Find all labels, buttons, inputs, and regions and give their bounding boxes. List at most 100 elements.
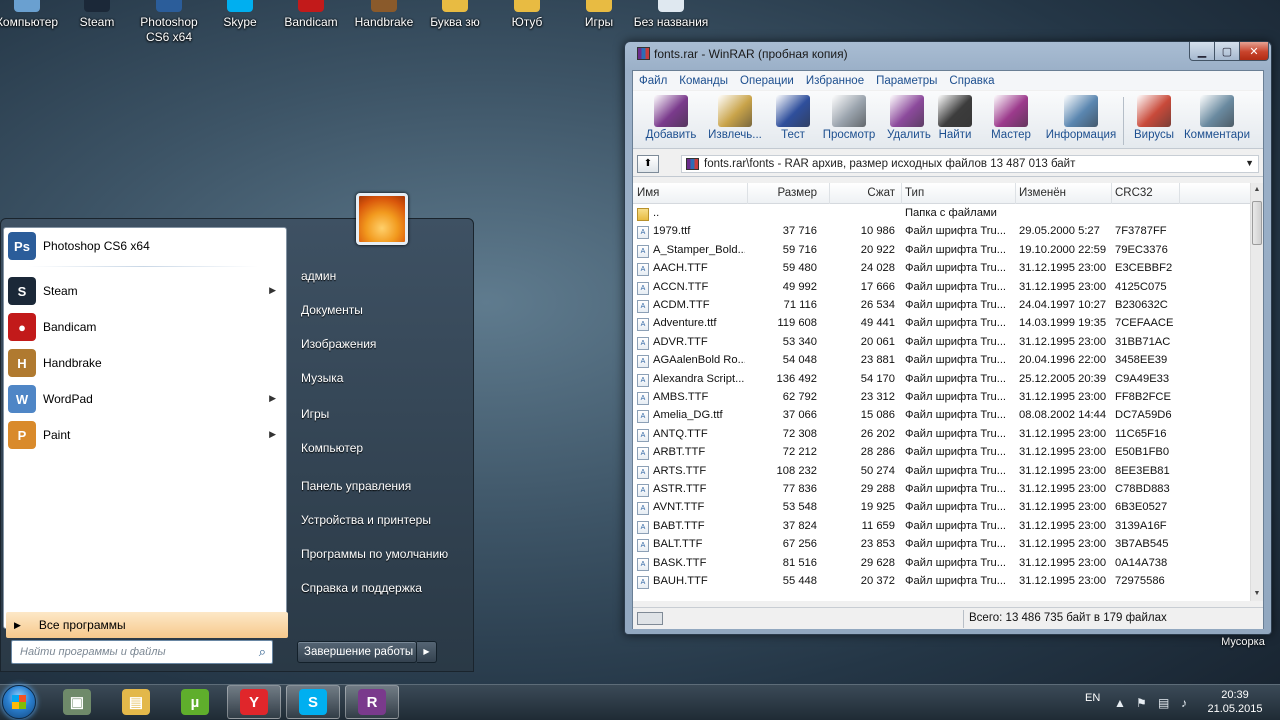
column-header-1[interactable]: Размер	[777, 187, 817, 199]
table-row[interactable]: A ADVR.TTF 53 340 20 061 Файл шрифта Tru... 3…	[633, 334, 1249, 352]
shutdown-button[interactable]: Завершение работы	[297, 641, 417, 663]
start-menu-item-2[interactable]: ● Bandicam	[4, 309, 286, 345]
taskbar-button-3[interactable]: Y	[227, 685, 281, 719]
toolbar-button-9[interactable]: Комментари	[1181, 95, 1253, 141]
search-input[interactable]: Найти программы и файлы ⌕	[11, 640, 273, 664]
column-divider[interactable]	[829, 183, 830, 204]
file-list[interactable]: Имя Размер Сжат Тип Изменён CRC32 .. Папка с ф…	[633, 183, 1263, 601]
table-row[interactable]: A BALT.TTF 67 256 23 853 Файл шрифта Tru... 3…	[633, 536, 1249, 554]
menu-item-0[interactable]: Файл	[639, 75, 667, 87]
desktop-icon-3[interactable]: Skype	[199, 0, 281, 30]
start-menu-link-1[interactable]: Документы	[301, 303, 363, 317]
toolbar-button-2[interactable]: Тест	[773, 95, 813, 141]
start-menu-item-1[interactable]: S Steam ▶	[4, 273, 286, 309]
toolbar-button-8[interactable]: Вирусы	[1129, 95, 1179, 141]
column-divider[interactable]	[1179, 183, 1180, 204]
toolbar-button-3[interactable]: Просмотр	[819, 95, 879, 141]
language-indicator[interactable]: EN	[1085, 692, 1100, 704]
start-menu-link-7[interactable]: Устройства и принтеры	[301, 513, 431, 527]
drive-icon[interactable]	[637, 612, 663, 625]
table-row[interactable]: A ARBT.TTF 72 212 28 286 Файл шрифта Tru... 3…	[633, 444, 1249, 462]
winrar-window[interactable]: fonts.rar - WinRAR (пробная копия) ▁ ▢ ✕…	[624, 41, 1272, 635]
scroll-thumb[interactable]	[1252, 201, 1262, 245]
table-row[interactable]: A Alexandra Script... 136 492 54 170 Файл шр…	[633, 371, 1249, 389]
table-row[interactable]: A AACH.TTF 59 480 24 028 Файл шрифта Tru... 3…	[633, 260, 1249, 278]
desktop-icon-2[interactable]: Photoshop CS6 x64	[128, 0, 210, 45]
start-menu-link-8[interactable]: Программы по умолчанию	[301, 547, 448, 561]
toolbar-button-7[interactable]: Информация	[1043, 95, 1119, 141]
start-menu-item-3[interactable]: H Handbrake	[4, 345, 286, 381]
table-row[interactable]: A Amelia_DG.ttf 37 066 15 086 Файл шрифта Tr…	[633, 407, 1249, 425]
maximize-button[interactable]: ▢	[1214, 42, 1240, 61]
menu-item-4[interactable]: Параметры	[876, 75, 937, 87]
table-row[interactable]: A A_Stamper_Bold... 59 716 20 922 Файл шрифт…	[633, 242, 1249, 260]
shutdown-options-button[interactable]: ▶	[417, 641, 437, 663]
table-row[interactable]: A BABT.TTF 37 824 11 659 Файл шрифта Tru... 3…	[633, 518, 1249, 536]
start-menu-link-4[interactable]: Игры	[301, 407, 329, 421]
start-menu-link-6[interactable]: Панель управления	[301, 479, 411, 493]
menu-item-2[interactable]: Операции	[740, 75, 794, 87]
vertical-scrollbar[interactable]: ▲ ▼	[1250, 183, 1263, 601]
toolbar-button-1[interactable]: Извлечь...	[705, 95, 765, 141]
table-row[interactable]: A AGAalenBold Ro... 54 048 23 881 Файл шрифт…	[633, 352, 1249, 370]
desktop-icon-1[interactable]: Steam	[56, 0, 138, 30]
close-button[interactable]: ✕	[1239, 42, 1269, 61]
start-menu-item-0[interactable]: Ps Photoshop CS6 x64	[4, 228, 286, 264]
table-row[interactable]: A ANTQ.TTF 72 308 26 202 Файл шрифта Tru... 3…	[633, 426, 1249, 444]
toolbar-button-0[interactable]: Добавить	[641, 95, 701, 141]
user-avatar[interactable]	[356, 193, 408, 245]
column-header-3[interactable]: Тип	[905, 187, 924, 199]
start-menu-item-5[interactable]: P Paint ▶	[4, 417, 286, 453]
table-row[interactable]: A 1979.ttf 37 716 10 986 Файл шрифта Tru... 2…	[633, 223, 1249, 241]
column-divider[interactable]	[1015, 183, 1016, 204]
start-menu-link-3[interactable]: Музыка	[301, 371, 343, 385]
taskbar-button-5[interactable]: R	[345, 685, 399, 719]
menu-item-3[interactable]: Избранное	[806, 75, 864, 87]
start-menu-link-5[interactable]: Компьютер	[301, 441, 363, 455]
table-row[interactable]: A ACCN.TTF 49 992 17 666 Файл шрифта Tru... 3…	[633, 279, 1249, 297]
flag-icon[interactable]: ⚑	[1136, 696, 1147, 710]
column-divider[interactable]	[901, 183, 902, 204]
column-header-5[interactable]: CRC32	[1115, 187, 1153, 199]
clock[interactable]: 20:39 21.05.2015	[1206, 688, 1264, 716]
toolbar-button-5[interactable]: Найти	[933, 95, 977, 141]
table-row[interactable]: A ARTS.TTF 108 232 50 274 Файл шрифта Tru...…	[633, 463, 1249, 481]
all-programs-button[interactable]: ▶ Все программы	[6, 612, 288, 638]
desktop-icon-5[interactable]: Handbrake	[343, 0, 425, 30]
column-header-2[interactable]: Сжат	[867, 187, 895, 199]
minimize-button[interactable]: ▁	[1189, 42, 1215, 61]
column-header-4[interactable]: Изменён	[1019, 187, 1066, 199]
table-row[interactable]: A ASTR.TTF 77 836 29 288 Файл шрифта Tru... 3…	[633, 481, 1249, 499]
table-row[interactable]: A ACDM.TTF 71 116 26 534 Файл шрифта Tru... 2…	[633, 297, 1249, 315]
taskbar-button-0[interactable]: ▣	[50, 685, 104, 719]
menu-item-1[interactable]: Команды	[679, 75, 728, 87]
desktop-icon-8[interactable]: Игры	[558, 0, 640, 30]
start-menu-link-2[interactable]: Изображения	[301, 337, 376, 351]
start-menu-item-4[interactable]: W WordPad ▶	[4, 381, 286, 417]
desktop-icon-4[interactable]: Bandicam	[270, 0, 352, 30]
table-row[interactable]: A Adventure.ttf 119 608 49 441 Файл шрифта T…	[633, 315, 1249, 333]
table-row[interactable]: A AVNT.TTF 53 548 19 925 Файл шрифта Tru... 3…	[633, 499, 1249, 517]
start-button[interactable]	[2, 685, 36, 719]
network-icon[interactable]: ▤	[1158, 696, 1169, 710]
table-row[interactable]: .. Папка с файлами	[633, 205, 1249, 223]
chevron-right-icon[interactable]: ▶	[269, 429, 276, 440]
taskbar-button-2[interactable]: µ	[168, 685, 222, 719]
table-row[interactable]: A BAUH.TTF 55 448 20 372 Файл шрифта Tru... 3…	[633, 573, 1249, 591]
desktop-icon-recycle-bin[interactable]: Мусорка	[1208, 636, 1278, 648]
chevron-right-icon[interactable]: ▶	[269, 393, 276, 404]
winrar-title-bar[interactable]: fonts.rar - WinRAR (пробная копия)	[637, 47, 848, 61]
volume-icon[interactable]: ♪	[1181, 696, 1187, 710]
column-divider[interactable]	[1111, 183, 1112, 204]
path-combobox[interactable]: fonts.rar\fonts - RAR архив, размер исхо…	[681, 155, 1259, 173]
column-divider[interactable]	[747, 183, 748, 204]
chevron-right-icon[interactable]: ▶	[269, 285, 276, 296]
taskbar-button-4[interactable]: S	[286, 685, 340, 719]
search-icon[interactable]: ⌕	[259, 644, 266, 660]
desktop-icon-6[interactable]: Буква зю	[414, 0, 496, 30]
start-menu-link-9[interactable]: Справка и поддержка	[301, 581, 422, 595]
taskbar-button-1[interactable]: ▤	[109, 685, 163, 719]
up-folder-button[interactable]: ⬆	[637, 155, 659, 173]
desktop-icon-7[interactable]: Ютуб	[486, 0, 568, 30]
menu-item-5[interactable]: Справка	[949, 75, 994, 87]
